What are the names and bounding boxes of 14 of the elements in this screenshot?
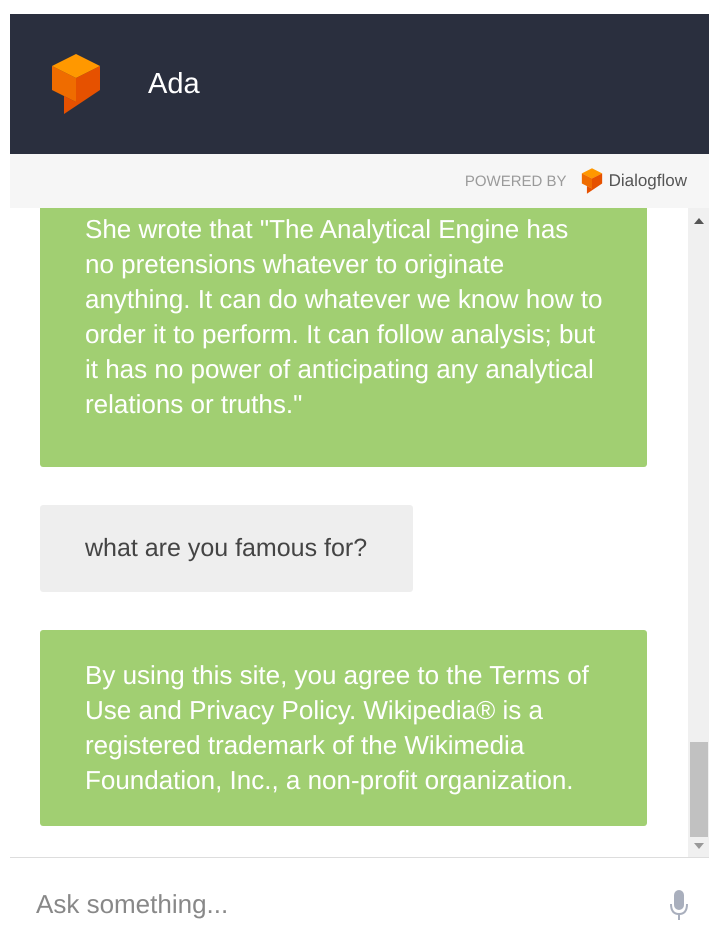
scroll-down-arrow-icon[interactable] bbox=[694, 843, 704, 849]
scrollbar-thumb[interactable] bbox=[690, 742, 708, 837]
message-input-field[interactable]: Ask something... bbox=[34, 888, 669, 921]
cube-chat-icon bbox=[50, 52, 102, 116]
scroll-up-arrow-icon[interactable] bbox=[694, 218, 704, 224]
powered-by-label: POWERED BY bbox=[464, 172, 567, 190]
brand-name: Dialogflow bbox=[608, 171, 687, 191]
user-message: what are you famous for? bbox=[40, 505, 414, 592]
bot-message: She wrote that "The Analytical Engine has no pretensions whatever to originate anything. It can do whatever we know how to order it to perform. It can follow analysis; but it has no power of anticipating any analytical relations or truths." bbox=[40, 208, 647, 467]
bot-message: By using this site, you agree to the Terms of Use and Privacy Policy. Wikipedia® is a registered trademark of the Wikimedia Foundation, Inc., a non-profit organization. bbox=[40, 630, 647, 826]
bot-name: Ada bbox=[148, 68, 200, 100]
cube-chat-icon bbox=[580, 167, 603, 195]
microphone-icon[interactable] bbox=[669, 888, 689, 920]
scrollbar[interactable] bbox=[688, 208, 709, 857]
